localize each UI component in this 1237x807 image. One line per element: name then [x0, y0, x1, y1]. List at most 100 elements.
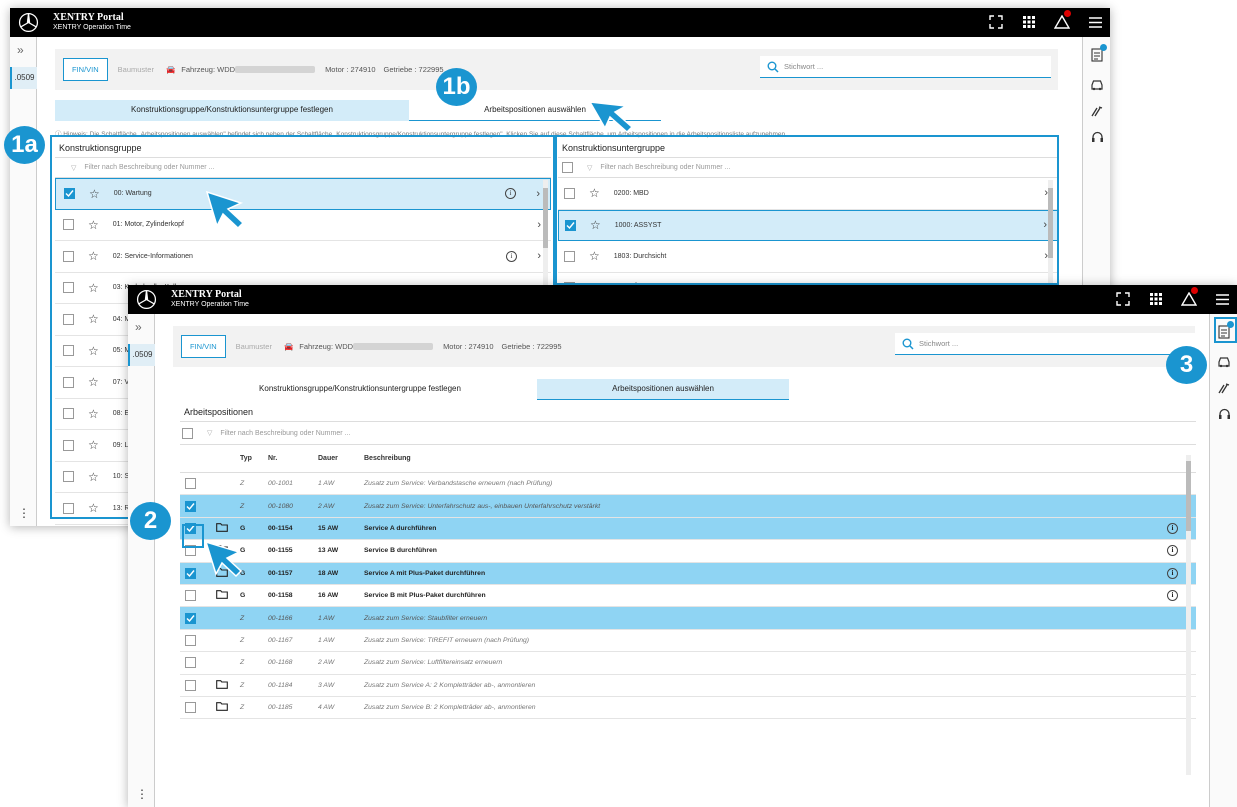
fin-vin-button[interactable]: FIN/VIN — [63, 58, 108, 81]
table-row[interactable]: Z 00-1080 2 AW Zusatz zum Service: Unterfah… — [180, 495, 1196, 518]
apps-grid-icon[interactable] — [1147, 291, 1165, 307]
row-checkbox[interactable] — [185, 545, 196, 557]
row-checkbox[interactable] — [564, 187, 575, 199]
chevron-right-icon[interactable]: › — [1043, 219, 1047, 231]
scan-icon[interactable] — [1114, 291, 1132, 307]
select-all-checkbox[interactable] — [562, 162, 573, 173]
chevron-right-icon[interactable]: › — [536, 188, 540, 200]
worklist-icon[interactable] — [1089, 44, 1107, 63]
apps-grid-icon[interactable] — [1020, 14, 1038, 30]
row-checkbox[interactable] — [185, 590, 196, 602]
row-checkbox[interactable] — [185, 634, 196, 646]
row-checkbox[interactable] — [63, 219, 74, 231]
support-headset-icon[interactable] — [1216, 406, 1232, 422]
konstruktionsuntergruppe-row[interactable]: ☆ 0200: MBD › — [558, 178, 1058, 210]
konstruktionsuntergruppe-row[interactable]: ☆ 1000: ASSYST › — [558, 209, 1058, 241]
row-checkbox[interactable] — [185, 612, 196, 624]
favorite-star-icon[interactable]: ☆ — [589, 186, 600, 200]
favorite-star-icon[interactable]: ☆ — [88, 281, 99, 295]
konstruktionsuntergruppe-row[interactable]: ☆ 1803: Durchsicht › — [558, 241, 1058, 273]
table-row[interactable]: Z 00-1185 4 AW Zusatz zum Service B: 2 Komp… — [180, 697, 1196, 720]
col-beschreibung[interactable]: Beschreibung — [364, 455, 1196, 462]
info-icon[interactable]: i — [1167, 589, 1178, 601]
repair-icon[interactable] — [1089, 103, 1105, 119]
baumuster-link[interactable]: Baumuster — [236, 342, 272, 351]
row-checkbox[interactable] — [63, 250, 74, 262]
row-checkbox[interactable] — [63, 471, 74, 483]
table-row[interactable]: G 00-1157 18 AW Service A mit Plus-Paket du… — [180, 562, 1196, 585]
konstruktionsgruppe-row[interactable]: ☆ 00: Wartung i › — [55, 178, 551, 210]
warning-icon[interactable] — [1180, 287, 1198, 307]
table-row[interactable]: G 00-1158 16 AW Service B mit Plus-Paket du… — [180, 585, 1196, 608]
folder-icon[interactable] — [216, 679, 228, 691]
tab-arbeitspositionen[interactable]: Arbeitspositionen auswählen — [537, 379, 789, 400]
chevron-right-icon[interactable]: › — [537, 219, 541, 231]
konstruktionsgruppe-row[interactable]: ☆ 02: Service-Informationen i › — [55, 241, 551, 273]
favorite-star-icon[interactable]: ☆ — [589, 249, 600, 263]
row-checkbox[interactable] — [63, 376, 74, 388]
info-icon[interactable]: i — [1167, 522, 1178, 534]
konstruktionsgruppe-filter[interactable]: ▽ Filter nach Beschreibung oder Nummer .… — [55, 158, 551, 178]
sidebar-number[interactable]: .0509 — [10, 67, 37, 89]
favorite-star-icon[interactable]: ☆ — [88, 470, 99, 484]
row-checkbox[interactable] — [185, 679, 196, 691]
vehicle-icon[interactable] — [1216, 354, 1232, 370]
baumuster-link[interactable]: Baumuster — [118, 65, 154, 74]
expand-icon[interactable]: » — [17, 43, 24, 57]
folder-icon[interactable] — [216, 590, 228, 601]
row-checkbox[interactable] — [185, 657, 196, 669]
folder-icon[interactable] — [216, 523, 228, 534]
favorite-star-icon[interactable]: ☆ — [590, 218, 601, 232]
row-checkbox[interactable] — [185, 702, 196, 714]
table-row[interactable]: Z 00-1184 3 AW Zusatz zum Service A: 2 Komp… — [180, 675, 1196, 697]
row-checkbox[interactable] — [63, 439, 74, 451]
more-vertical-icon[interactable]: ⋮ — [18, 506, 30, 520]
favorite-star-icon[interactable]: ☆ — [89, 187, 100, 201]
scrollbar[interactable] — [1186, 455, 1191, 775]
support-headset-icon[interactable] — [1089, 129, 1105, 145]
col-typ[interactable]: Typ — [240, 455, 268, 462]
favorite-star-icon[interactable]: ☆ — [88, 438, 99, 452]
row-checkbox[interactable] — [565, 219, 576, 231]
search-input[interactable]: Stichwort ... — [895, 333, 1195, 355]
expand-icon[interactable]: » — [135, 320, 142, 334]
table-row[interactable]: G 00-1154 15 AW Service A durchführen i — [180, 517, 1196, 541]
tab-konstruktionsgruppe[interactable]: Konstruktionsgruppe/Konstruktionsuntergr… — [183, 379, 537, 400]
favorite-star-icon[interactable]: ☆ — [88, 375, 99, 389]
favorite-star-icon[interactable]: ☆ — [88, 407, 99, 421]
sidebar-number[interactable]: .0509 — [128, 344, 155, 366]
tab-konstruktionsgruppe[interactable]: Konstruktionsgruppe/Konstruktionsuntergr… — [55, 100, 409, 121]
chevron-right-icon[interactable]: › — [537, 250, 541, 262]
table-row[interactable]: G 00-1155 13 AW Service B durchführen i — [180, 540, 1196, 563]
row-checkbox[interactable] — [185, 478, 196, 490]
row-checkbox[interactable] — [63, 345, 74, 357]
row-checkbox[interactable] — [185, 522, 196, 534]
row-checkbox[interactable] — [564, 250, 575, 262]
row-checkbox[interactable] — [63, 282, 74, 294]
konstruktionsgruppe-row[interactable]: ☆ 01: Motor, Zylinderkopf › — [55, 210, 551, 241]
table-row[interactable]: Z 00-1167 1 AW Zusatz zum Service: TIREFIT … — [180, 630, 1196, 653]
more-vertical-icon[interactable]: ⋮ — [136, 787, 148, 801]
select-all-checkbox[interactable] — [182, 427, 193, 439]
info-icon[interactable]: i — [506, 250, 517, 262]
col-nr[interactable]: Nr. — [268, 455, 318, 462]
repair-icon[interactable] — [1216, 380, 1232, 396]
info-icon[interactable]: i — [1167, 567, 1178, 579]
row-checkbox[interactable] — [64, 188, 75, 200]
folder-icon[interactable] — [216, 702, 228, 713]
table-row[interactable]: Z 00-1001 1 AW Zusatz zum Service: Verbands… — [180, 473, 1196, 496]
row-checkbox[interactable] — [185, 567, 196, 579]
favorite-star-icon[interactable]: ☆ — [88, 312, 99, 326]
menu-icon[interactable] — [1086, 14, 1104, 30]
favorite-star-icon[interactable]: ☆ — [88, 249, 99, 263]
menu-icon[interactable] — [1213, 291, 1231, 307]
favorite-star-icon[interactable]: ☆ — [88, 344, 99, 358]
warning-icon[interactable] — [1053, 10, 1071, 30]
info-icon[interactable]: i — [505, 188, 516, 200]
row-checkbox[interactable] — [63, 502, 74, 514]
scan-icon[interactable] — [987, 14, 1005, 30]
col-dauer[interactable]: Dauer — [318, 455, 364, 462]
arbeitspositionen-filter[interactable]: ▽ Filter nach Beschreibung oder Nummer .… — [180, 421, 1196, 445]
table-row[interactable]: Z 00-1166 1 AW Zusatz zum Service: Staubfil… — [180, 607, 1196, 630]
row-checkbox[interactable] — [63, 313, 74, 325]
